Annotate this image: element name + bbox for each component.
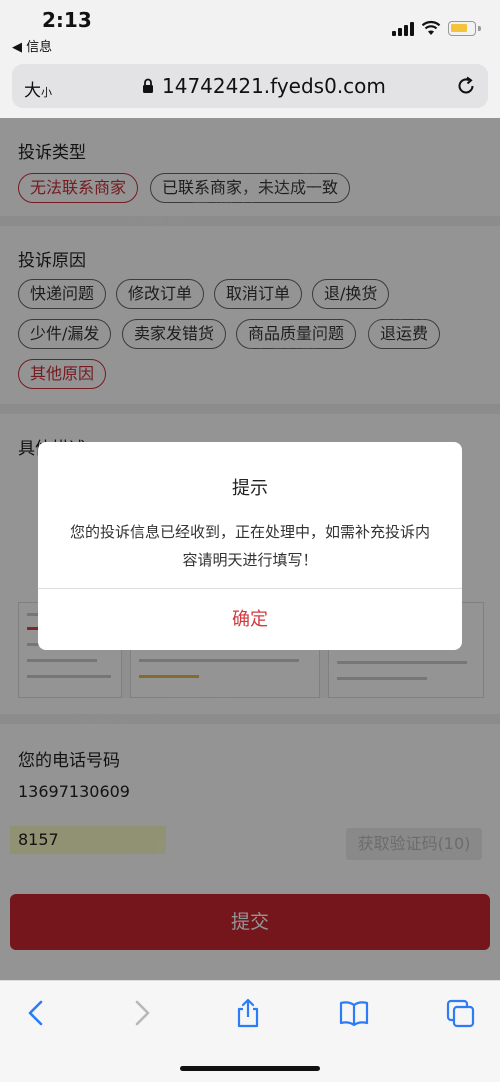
alert-title: 提示 (232, 478, 268, 499)
alert-confirm-button[interactable]: 确定 (38, 589, 462, 650)
bookmarks-icon[interactable] (338, 997, 370, 1029)
back-to-app-link[interactable]: ◀ 信息 (12, 36, 52, 55)
status-bar: 2:13 ◀ 信息 (0, 0, 500, 58)
back-icon[interactable] (20, 997, 52, 1029)
share-icon[interactable] (232, 997, 264, 1029)
alert-message: 您的投诉信息已经收到，正在处理中，如需补充投诉内容请明天进行填写！ (70, 523, 431, 569)
reload-icon[interactable] (456, 76, 476, 96)
browser-address-area: 大小 14742421.fyeds0.com (0, 58, 500, 118)
text-size-large: 大 (24, 81, 41, 101)
battery-cap (478, 26, 481, 31)
home-indicator (180, 1066, 320, 1071)
status-time: 2:13 (42, 8, 92, 32)
address-bar[interactable]: 大小 14742421.fyeds0.com (12, 64, 488, 108)
text-size-button[interactable]: 大小 (24, 76, 52, 101)
wifi-icon (421, 20, 441, 35)
text-size-small: 小 (41, 86, 52, 99)
lock-icon (143, 78, 153, 93)
tabs-icon[interactable] (444, 997, 476, 1029)
cellular-signal-icon (392, 22, 416, 36)
alert-dialog: 提示 您的投诉信息已经收到，正在处理中，如需补充投诉内容请明天进行填写！ 确定 (38, 442, 462, 650)
url-text[interactable]: 14742421.fyeds0.com (162, 74, 386, 98)
battery-icon (448, 21, 476, 36)
forward-icon[interactable] (126, 997, 158, 1029)
